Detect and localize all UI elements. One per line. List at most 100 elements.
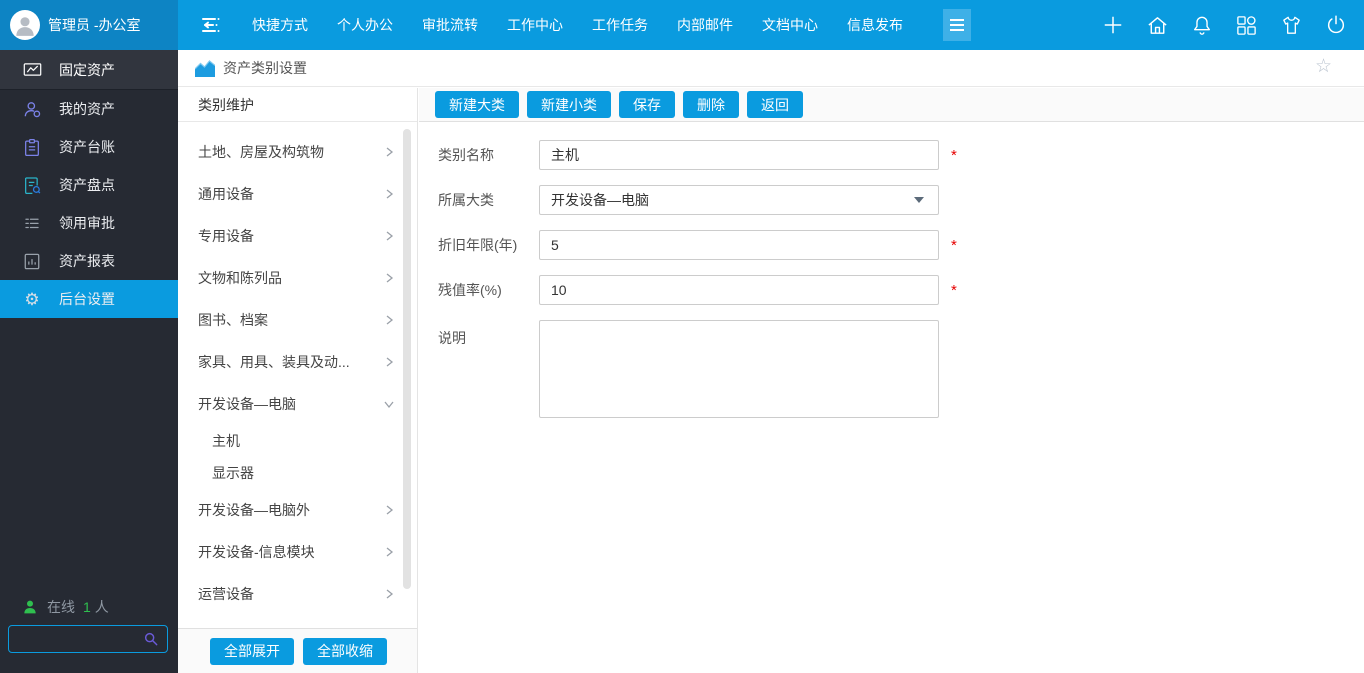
home-icon[interactable] <box>1146 14 1169 37</box>
category-tree-panel: 类别维护 土地、房屋及构筑物 通用设备 专用设备 文物和陈列品 <box>178 88 418 673</box>
hamburger-menu-button[interactable] <box>943 9 971 41</box>
sidebar-item-backend-settings[interactable]: ⚙ 后台设置 <box>0 280 178 318</box>
description-label: 说明 <box>438 320 539 348</box>
tree-item-clipped[interactable]: 办公设备 <box>178 615 417 628</box>
category-tree: 土地、房屋及构筑物 通用设备 专用设备 文物和陈列品 图书、档案 <box>178 123 417 628</box>
online-suffix: 人 <box>95 597 109 617</box>
required-asterisk: * <box>951 147 961 164</box>
tree-item-dev-equipment-peripherals[interactable]: 开发设备—电脑外 <box>178 489 417 531</box>
person-icon <box>22 99 42 119</box>
nav-item-personal-office[interactable]: 个人办公 <box>337 15 393 35</box>
chevron-right-icon[interactable] <box>383 272 395 284</box>
form-row-description: 说明 <box>438 320 1364 418</box>
chevron-right-icon[interactable] <box>383 188 395 200</box>
category-name-label: 类别名称 <box>438 145 539 165</box>
tree-item-special-equipment[interactable]: 专用设备 <box>178 215 417 257</box>
chevron-down-icon[interactable] <box>383 398 395 410</box>
user-area[interactable]: 管理员 -办公室 <box>0 0 178 50</box>
chevron-right-icon[interactable] <box>383 314 395 326</box>
bell-icon[interactable] <box>1191 14 1213 37</box>
tree-item-furniture[interactable]: 家具、用具、装具及动... <box>178 341 417 383</box>
apps-icon[interactable] <box>1235 14 1258 37</box>
tree-child-host[interactable]: 主机 <box>178 425 417 457</box>
sidebar-item-approval[interactable]: 领用审批 <box>0 204 178 242</box>
sidebar-item-asset-reports[interactable]: 资产报表 <box>0 242 178 280</box>
category-name-input[interactable] <box>539 140 939 170</box>
online-person-icon <box>22 599 38 615</box>
chevron-right-icon[interactable] <box>383 588 395 600</box>
nav-item-info-publish[interactable]: 信息发布 <box>847 15 903 35</box>
tree-item-operations-equipment[interactable]: 运营设备 <box>178 573 417 615</box>
tree-child-monitor[interactable]: 显示器 <box>178 457 417 489</box>
chevron-right-icon[interactable] <box>383 546 395 558</box>
form-row-category-name: 类别名称 * <box>438 140 1364 170</box>
plus-icon[interactable] <box>1102 14 1124 36</box>
top-nav: 快捷方式 个人办公 审批流转 工作中心 工作任务 内部邮件 文档中心 信息发布 <box>252 15 903 35</box>
depreciation-years-input[interactable] <box>539 230 939 260</box>
collapse-all-button[interactable]: 全部收缩 <box>303 638 387 665</box>
required-asterisk: * <box>951 237 961 254</box>
sidebar-item-asset-ledger[interactable]: 资产台账 <box>0 128 178 166</box>
sidebar-search-box <box>8 625 168 653</box>
nav-item-internal-mail[interactable]: 内部邮件 <box>677 15 733 35</box>
new-major-category-button[interactable]: 新建大类 <box>435 91 519 118</box>
sidebar: 固定资产 我的资产 资产台账 <box>0 50 178 673</box>
tree-footer: 全部展开 全部收缩 <box>178 628 417 673</box>
new-minor-category-button[interactable]: 新建小类 <box>527 91 611 118</box>
chevron-right-icon[interactable] <box>383 356 395 368</box>
report-icon <box>22 251 42 271</box>
avatar[interactable] <box>10 10 40 40</box>
online-prefix: 在线 <box>47 597 75 617</box>
tree-item-cultural-relics[interactable]: 文物和陈列品 <box>178 257 417 299</box>
shirt-icon[interactable] <box>1280 14 1303 37</box>
tree-panel-title: 类别维护 <box>178 88 417 122</box>
breadcrumb: 资产类别设置 ☆ <box>178 50 1364 87</box>
tree-scrollbar[interactable] <box>403 129 411 589</box>
nav-item-doc-center[interactable]: 文档中心 <box>762 15 818 35</box>
expand-all-button[interactable]: 全部展开 <box>210 638 294 665</box>
dropdown-caret-icon <box>914 197 924 203</box>
power-icon[interactable] <box>1325 14 1347 36</box>
area-chart-icon <box>195 60 215 77</box>
nav-item-work-tasks[interactable]: 工作任务 <box>592 15 648 35</box>
doc-search-icon <box>22 175 42 195</box>
chevron-right-icon[interactable] <box>383 504 395 516</box>
sidebar-item-my-assets[interactable]: 我的资产 <box>0 90 178 128</box>
tree-item-dev-equipment-info-module[interactable]: 开发设备-信息模块 <box>178 531 417 573</box>
user-label: 管理员 -办公室 <box>48 15 141 35</box>
parent-category-select[interactable]: 开发设备—电脑 <box>539 185 939 215</box>
required-asterisk: * <box>951 282 961 299</box>
chevron-right-icon[interactable] <box>383 146 395 158</box>
hamburger-icon <box>949 18 965 32</box>
chevron-right-icon[interactable] <box>383 230 395 242</box>
form-row-residual-rate: 残值率(%) * <box>438 275 1364 305</box>
nav-item-work-center[interactable]: 工作中心 <box>507 15 563 35</box>
avatar-person-icon <box>12 12 38 38</box>
search-icon[interactable] <box>143 631 159 647</box>
favorite-star-icon[interactable]: ☆ <box>1315 57 1332 76</box>
sidebar-header-fixed-assets[interactable]: 固定资产 <box>0 50 178 90</box>
residual-rate-input[interactable] <box>539 275 939 305</box>
back-button[interactable]: 返回 <box>747 91 803 118</box>
depreciation-years-label: 折旧年限(年) <box>438 235 539 255</box>
sidebar-item-asset-inventory[interactable]: 资产盘点 <box>0 166 178 204</box>
tree-item-books-archives[interactable]: 图书、档案 <box>178 299 417 341</box>
collapse-menu-icon[interactable] <box>195 13 225 37</box>
nav-item-shortcuts[interactable]: 快捷方式 <box>252 15 308 35</box>
clipboard-icon <box>22 137 42 157</box>
save-button[interactable]: 保存 <box>619 91 675 118</box>
tree-item-dev-equipment-computer[interactable]: 开发设备—电脑 <box>178 383 417 425</box>
list-icon <box>22 213 42 233</box>
category-form: 类别名称 * 所属大类 开发设备—电脑 折旧年限(年) * 残值率(%) * 说… <box>419 122 1364 418</box>
online-count: 1 <box>83 599 91 615</box>
tree-item-general-equipment[interactable]: 通用设备 <box>178 173 417 215</box>
tree-item-land-buildings[interactable]: 土地、房屋及构筑物 <box>178 131 417 173</box>
description-textarea[interactable] <box>539 320 939 418</box>
sidebar-item-label: 资产报表 <box>59 251 115 271</box>
delete-button[interactable]: 删除 <box>683 91 739 118</box>
sidebar-search-input[interactable] <box>9 632 143 647</box>
parent-category-label: 所属大类 <box>438 190 539 210</box>
nav-item-approval-flow[interactable]: 审批流转 <box>422 15 478 35</box>
online-status: 在线 1 人 <box>22 597 109 617</box>
chart-board-icon <box>22 60 42 80</box>
